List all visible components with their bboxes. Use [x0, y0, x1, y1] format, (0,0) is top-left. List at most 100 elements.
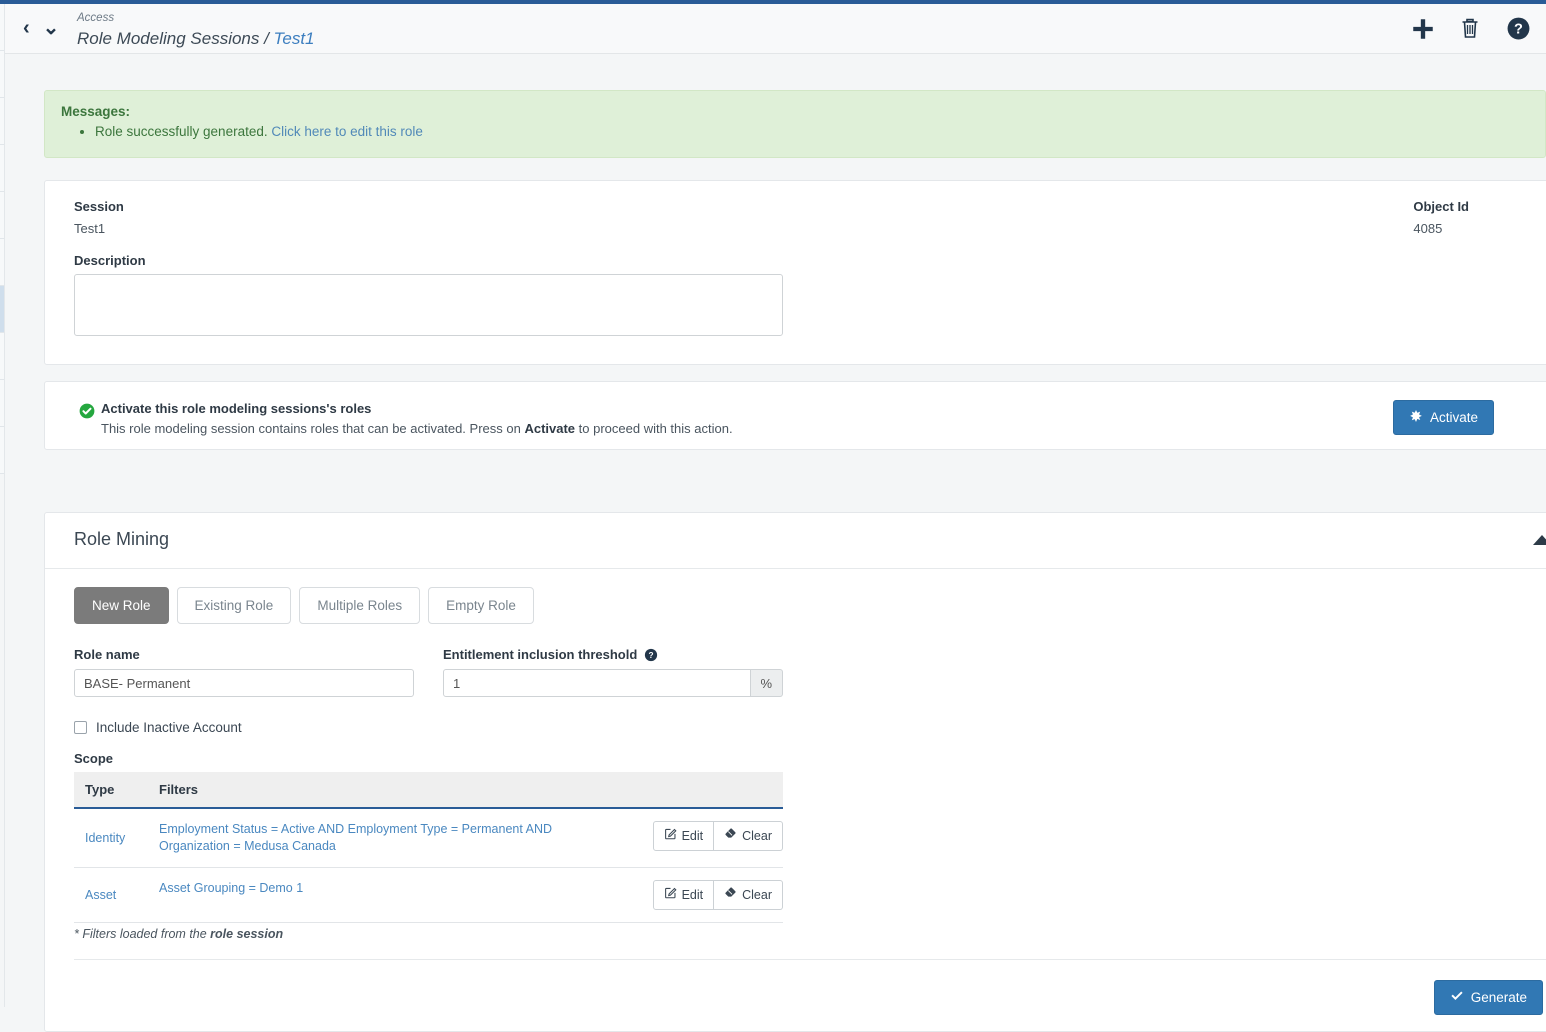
- add-icon[interactable]: [1410, 16, 1436, 42]
- tab-empty-role[interactable]: Empty Role: [428, 587, 534, 624]
- activate-button-label: Activate: [1429, 410, 1478, 425]
- role-name-input[interactable]: [74, 669, 414, 697]
- generate-button[interactable]: Generate: [1433, 980, 1543, 1015]
- row-type[interactable]: Identity: [74, 808, 148, 868]
- message-text: Role successfully generated.: [95, 124, 272, 139]
- sidebar-sliver-item[interactable]: [0, 192, 4, 239]
- role-name-field-group: Role name: [74, 647, 414, 697]
- edit-button[interactable]: Edit: [652, 880, 715, 910]
- caret-up-icon[interactable]: [1533, 535, 1546, 545]
- scope-table: Type Filters Identity Employment Status …: [74, 772, 783, 923]
- pencil-square-icon: [664, 827, 677, 845]
- help-circle-icon[interactable]: ?: [644, 648, 658, 662]
- activate-panel: Activate this role modeling sessions's r…: [44, 381, 1546, 450]
- sidebar-sliver-item[interactable]: [0, 4, 4, 51]
- check-icon: [1450, 989, 1464, 1006]
- sidebar-sliver-item[interactable]: [0, 427, 4, 474]
- session-info: Session Test1: [74, 199, 124, 236]
- clear-button[interactable]: Clear: [714, 821, 783, 851]
- breadcrumb: Access Role Modeling Sessions / Test1: [77, 11, 315, 50]
- include-inactive-row[interactable]: Include Inactive Account: [74, 720, 242, 735]
- edit-button-label: Edit: [681, 828, 704, 843]
- column-header-type: Type: [74, 772, 148, 809]
- object-id-info: Object Id 4085: [1413, 199, 1469, 236]
- role-name-label-text: Role name: [74, 647, 140, 662]
- sidebar-sliver-item[interactable]: [0, 98, 4, 145]
- check-circle-icon: [79, 403, 95, 419]
- threshold-unit-addon: %: [750, 669, 783, 697]
- asterisk-icon: [1409, 409, 1423, 426]
- role-mining-title: Role Mining: [74, 529, 170, 549]
- page-header: ‹ ⌄ Access Role Modeling Sessions / Test…: [5, 4, 1546, 54]
- sidebar-sliver-item[interactable]: [0, 380, 4, 427]
- svg-text:?: ?: [649, 650, 654, 660]
- row-filters[interactable]: Asset Grouping = Demo 1: [159, 880, 303, 897]
- threshold-field-group: Entitlement inclusion threshold ? %: [443, 647, 783, 697]
- scope-table-head: Type Filters: [74, 772, 783, 809]
- header-nav-controls: ‹ ⌄: [23, 18, 59, 38]
- role-mining-header: Role Mining: [45, 513, 1546, 569]
- messages-title: Messages:: [61, 104, 131, 119]
- svg-text:?: ?: [1514, 22, 1523, 38]
- threshold-label: Entitlement inclusion threshold ?: [443, 647, 783, 662]
- role-mining-panel: Role Mining New Role Existing Role Multi…: [44, 512, 1546, 1032]
- threshold-input[interactable]: [443, 669, 751, 697]
- activate-description: This role modeling session contains role…: [101, 421, 733, 436]
- tab-existing-role[interactable]: Existing Role: [176, 587, 292, 624]
- table-row: Asset Asset Grouping = Demo 1 Edit Clear: [74, 867, 783, 923]
- activate-desc-before: This role modeling session contains role…: [101, 421, 525, 436]
- row-filters[interactable]: Employment Status = Active AND Employmen…: [159, 821, 589, 855]
- breadcrumb-current[interactable]: Test1: [274, 29, 315, 48]
- help-icon[interactable]: ?: [1506, 16, 1532, 42]
- activate-title: Activate this role modeling sessions's r…: [101, 401, 372, 416]
- list-item: Role successfully generated. Click here …: [95, 122, 1529, 142]
- activate-button[interactable]: Activate: [1392, 400, 1494, 435]
- clear-button[interactable]: Clear: [714, 880, 783, 910]
- column-header-filters: Filters: [148, 772, 783, 809]
- role-name-label: Role name: [74, 647, 414, 662]
- scope-label: Scope: [74, 751, 114, 766]
- row-type[interactable]: Asset: [74, 867, 148, 923]
- sidebar-sliver-item[interactable]: [0, 239, 4, 286]
- eraser-icon: [724, 886, 737, 904]
- activate-desc-strong: Activate: [524, 421, 576, 436]
- mining-divider: [74, 959, 1546, 960]
- tab-multiple-roles[interactable]: Multiple Roles: [299, 587, 421, 624]
- footnote-before: * Filters loaded from the: [74, 927, 211, 941]
- breadcrumb-path: Role Modeling Sessions /: [77, 29, 274, 48]
- activate-desc-after: to proceed with this action.: [575, 421, 733, 436]
- include-inactive-checkbox[interactable]: [74, 721, 87, 734]
- collapsed-sidebar-sliver[interactable]: [0, 4, 5, 1007]
- description-input[interactable]: [74, 274, 783, 336]
- breadcrumb-parent: Access: [77, 12, 115, 24]
- sidebar-sliver-item[interactable]: [0, 145, 4, 192]
- messages-list: Role successfully generated. Click here …: [61, 122, 1529, 142]
- messages-banner: Messages: Role successfully generated. C…: [44, 90, 1546, 158]
- row-actions: Edit Clear: [652, 880, 783, 910]
- sidebar-sliver-item[interactable]: [0, 333, 4, 380]
- pencil-square-icon: [664, 886, 677, 904]
- tab-new-role[interactable]: New Role: [74, 587, 169, 624]
- delete-icon[interactable]: [1458, 16, 1484, 42]
- role-mining-tabs: New Role Existing Role Multiple Roles Em…: [74, 587, 534, 624]
- scope-footnote: * Filters loaded from the role session: [74, 927, 283, 941]
- threshold-label-text: Entitlement inclusion threshold: [443, 647, 638, 662]
- object-id-value: 4085: [1413, 221, 1443, 236]
- sidebar-sliver-item[interactable]: [0, 51, 4, 98]
- clear-button-label: Clear: [742, 887, 772, 902]
- include-inactive-label: Include Inactive Account: [96, 720, 242, 735]
- row-actions: Edit Clear: [652, 821, 783, 851]
- session-label: Session: [74, 199, 124, 214]
- clear-button-label: Clear: [742, 828, 772, 843]
- chevron-down-icon[interactable]: ⌄: [43, 18, 60, 38]
- edit-role-link[interactable]: Click here to edit this role: [271, 124, 423, 139]
- sidebar-sliver-item-active[interactable]: [0, 286, 4, 333]
- row-cell-filters: Asset Grouping = Demo 1 Edit Clear: [148, 867, 783, 923]
- edit-button-label: Edit: [681, 887, 704, 902]
- eraser-icon: [724, 827, 737, 845]
- row-cell-filters: Employment Status = Active AND Employmen…: [148, 808, 783, 868]
- object-id-label: Object Id: [1413, 199, 1469, 214]
- chevron-left-icon[interactable]: ‹: [23, 18, 30, 38]
- generate-button-label: Generate: [1470, 990, 1527, 1005]
- edit-button[interactable]: Edit: [652, 821, 715, 851]
